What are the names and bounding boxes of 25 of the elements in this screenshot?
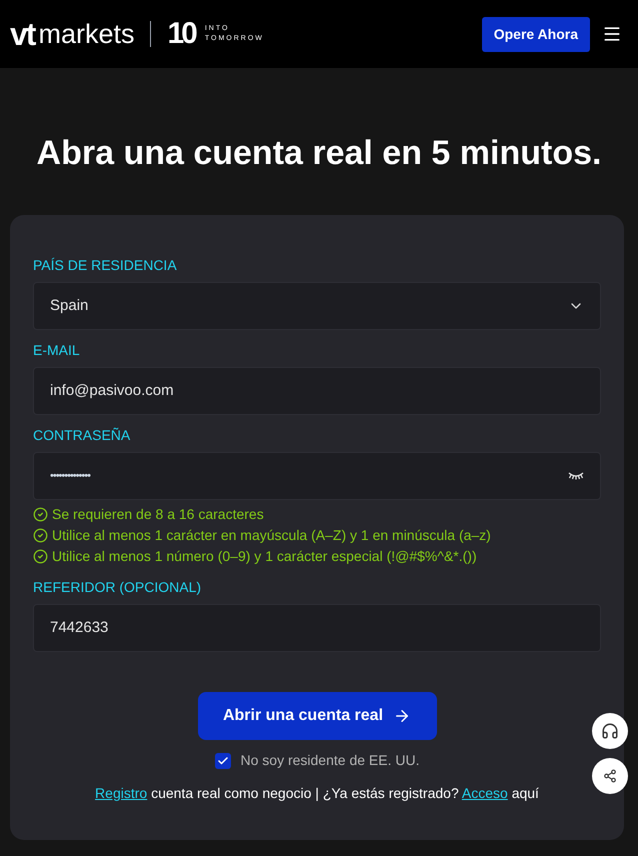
checkbox-label: No soy residente de EE. UU. (240, 751, 420, 770)
password-rule: Utilice al menos 1 número (0–9) y 1 carácter especial (!@#$%^&*.()) (52, 547, 477, 566)
register-link[interactable]: Registro (95, 785, 148, 801)
logo-mark[interactable]: vt (10, 18, 34, 50)
password-rule: Utilice al menos 1 carácter en mayúscula (A–Z) y 1 en minúscula (a–z) (52, 526, 491, 545)
trade-now-button[interactable]: Opere Ahora (482, 16, 590, 52)
login-link[interactable]: Acceso (462, 785, 508, 801)
field-label: E-MAIL (33, 341, 81, 360)
logo-text[interactable]: markets (38, 20, 134, 48)
input-field[interactable]: •••••••••••••• (33, 452, 601, 500)
password-rule: Se requieren de 8 a 16 caracteres (52, 505, 264, 524)
country-select[interactable]: Spain (33, 282, 601, 330)
page-title: Abra una cuenta real en 5 minutos. (36, 133, 602, 174)
open-account-button[interactable]: Abrir una cuenta real (198, 692, 436, 740)
input-field[interactable]: 7442633 (33, 604, 601, 652)
headset-icon (601, 722, 619, 740)
anniversary-number: 10 (167, 19, 195, 49)
field-label: REFERIDOR (OPCIONAL) (33, 578, 202, 597)
check-icon (216, 754, 228, 766)
field-label: PAÍS DE RESIDENCIA (33, 256, 178, 275)
field-label: CONTRASEÑA (33, 426, 132, 445)
input-field[interactable]: info@pasivoo.com (33, 367, 601, 415)
checkbox[interactable] (214, 752, 230, 768)
closed-eye-icon[interactable] (568, 472, 584, 480)
share-icon (603, 769, 617, 783)
